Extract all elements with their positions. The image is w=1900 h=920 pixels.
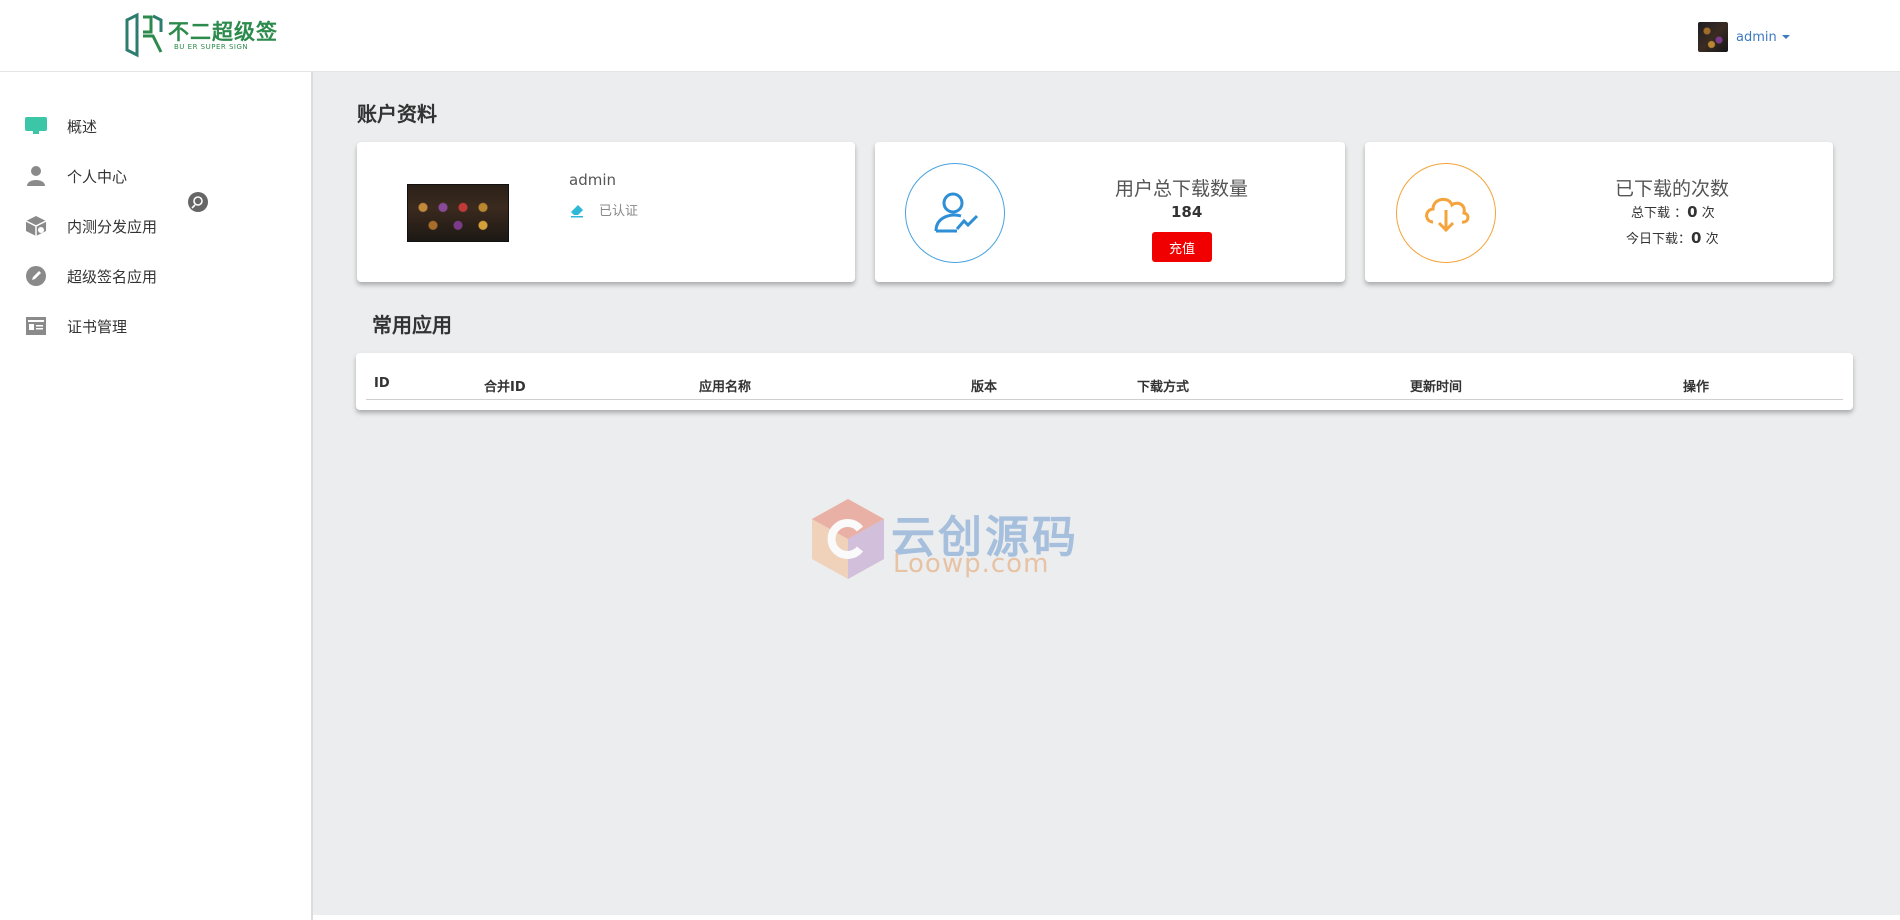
logo-text: 不二超级签 — [168, 20, 278, 44]
sidebar-item-beta-distribution[interactable]: 内测分发应用 — [0, 206, 295, 246]
sidebar-item-certificates[interactable]: 证书管理 — [0, 306, 295, 346]
profile-avatar — [407, 184, 509, 242]
watermark: 云创源码 Loowp.com — [808, 497, 1108, 587]
apps-section-title: 常用应用 — [372, 313, 452, 337]
top-header: 不二超级签 BU ER SUPER SIGN admin — [0, 0, 1900, 72]
sidebar-item-overview[interactable]: 概述 — [0, 106, 295, 146]
total-download-label: 总下载 ： — [1631, 206, 1688, 221]
watermark-en: Loowp.com — [893, 549, 1050, 579]
total-downloads-title: 用户总下载数量 — [1115, 178, 1249, 200]
total-downloads-card: 用户总下载数量 184 充值 — [875, 142, 1345, 282]
avatar[interactable] — [1698, 22, 1728, 52]
profile-card: admin 已认证 — [357, 142, 855, 282]
download-count-card: 已下载的次数 总下载 ：0 次 今日下载：0 次 — [1365, 142, 1833, 282]
sidebar-item-label: 证书管理 — [67, 317, 128, 336]
total-download-line: 总下载 ：0 次 — [1631, 202, 1715, 221]
sidebar-item-label: 概述 — [67, 117, 98, 136]
today-download-label: 今日下载： — [1626, 232, 1692, 247]
monitor-icon — [24, 114, 48, 138]
main-content: 账户资料 admin 已认证 用户总下载数量 184 充值 已下载的次数 总下载… — [313, 72, 1900, 915]
column-header-actions: 操作 — [1683, 380, 1710, 395]
recharge-button[interactable]: 充值 — [1152, 232, 1212, 262]
logo-mark-icon — [125, 12, 163, 58]
watermark-logo-icon — [812, 499, 884, 579]
column-header-merge-id: 合并ID — [484, 380, 526, 395]
table-divider — [366, 399, 1843, 400]
profile-name: admin — [569, 171, 616, 189]
apps-table: ID 合并ID 应用名称 版本 下载方式 更新时间 操作 — [356, 353, 1853, 410]
cloud-download-icon — [1396, 163, 1496, 263]
download-count-title: 已下载的次数 — [1615, 178, 1730, 200]
user-chart-icon — [905, 163, 1005, 263]
sidebar-item-super-sign[interactable]: 超级签名应用 — [0, 256, 295, 296]
column-header-download-method: 下载方式 — [1137, 380, 1190, 395]
user-icon — [24, 164, 48, 188]
column-header-updated-time: 更新时间 — [1410, 380, 1463, 395]
account-section-title: 账户资料 — [357, 102, 437, 126]
sidebar-item-label: 个人中心 — [67, 167, 128, 186]
user-name[interactable]: admin — [1736, 30, 1777, 45]
eraser-icon — [571, 204, 583, 217]
verified-status: 已认证 — [569, 200, 638, 219]
sidebar-item-profile[interactable]: 个人中心 — [0, 156, 295, 196]
column-header-id: ID — [374, 376, 390, 391]
sidebar-item-label: 内测分发应用 — [67, 217, 158, 236]
total-download-unit: 次 — [1701, 206, 1715, 221]
column-header-app-name: 应用名称 — [699, 380, 752, 395]
sidebar-item-label: 超级签名应用 — [67, 267, 158, 286]
user-menu[interactable]: admin — [1698, 21, 1790, 53]
today-download-value: 0 — [1691, 229, 1702, 247]
brand-logo[interactable]: 不二超级签 BU ER SUPER SIGN — [123, 12, 283, 60]
sidebar: 概述 个人中心 内测分发应用 超级签名应用 证书管理 — [0, 72, 313, 920]
certificate-icon — [24, 314, 48, 338]
logo-subtitle: BU ER SUPER SIGN — [174, 43, 249, 51]
total-downloads-value: 184 — [1171, 203, 1203, 221]
search-icon[interactable] — [188, 192, 208, 212]
column-header-version: 版本 — [971, 380, 998, 395]
verified-label: 已认证 — [599, 204, 639, 219]
total-download-value: 0 — [1687, 203, 1698, 221]
caret-down-icon[interactable] — [1781, 35, 1790, 39]
today-download-line: 今日下载：0 次 — [1626, 228, 1719, 247]
today-download-unit: 次 — [1705, 232, 1719, 247]
package-icon — [24, 214, 48, 238]
pen-icon — [24, 264, 48, 288]
